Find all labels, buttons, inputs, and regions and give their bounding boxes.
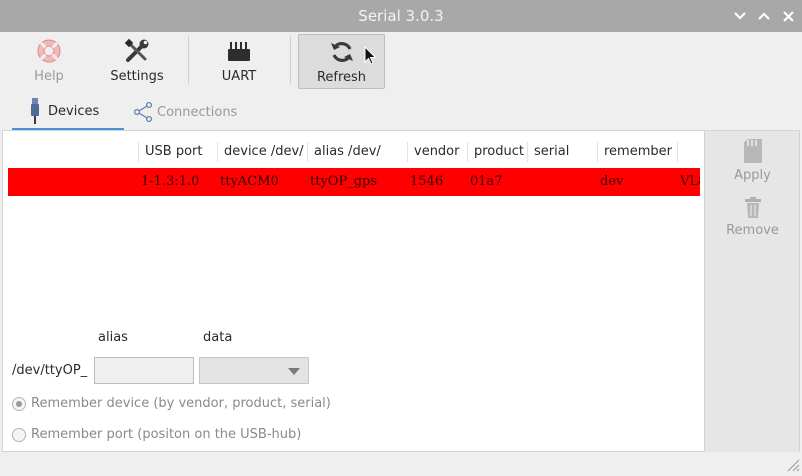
radio-remember-port[interactable]: Remember port (positon on the USB-hub) [12, 427, 301, 442]
tab-connections[interactable]: Connections [132, 94, 237, 130]
table-row[interactable]: 1-1.3:1.0 ttyACM0 ttyOP_gps 1546 01a7 de… [8, 168, 700, 196]
title-bar: Serial 3.0.3 [0, 0, 802, 32]
radio-button-checked[interactable] [12, 396, 26, 411]
data-select[interactable] [199, 357, 309, 384]
column-header-vendor[interactable]: vendor [408, 142, 468, 162]
cell-product: 01a7 [470, 174, 503, 189]
cell-usb-port: 1-1.3:1.0 [141, 174, 200, 189]
column-header-product[interactable]: product [468, 142, 528, 162]
close-icon [782, 10, 794, 22]
toolbar-divider [188, 36, 189, 84]
uart-connector-icon [227, 36, 251, 66]
window-title: Serial 3.0.3 [358, 7, 444, 25]
radio-remember-device-label: Remember device (by vendor, product, ser… [31, 396, 331, 411]
trash-icon [744, 197, 761, 218]
cell-extra: VL8 [680, 174, 700, 189]
column-header-usb-port[interactable]: USB port [138, 142, 218, 162]
cell-alias: ttyOP_gps [310, 174, 378, 189]
tab-devices-label: Devices [48, 103, 100, 119]
mouse-cursor-icon [364, 45, 377, 70]
radio-remember-port-label: Remember port (positon on the USB-hub) [31, 427, 302, 442]
cell-vendor: 1546 [410, 174, 444, 189]
close-button[interactable] [778, 6, 798, 26]
cell-remember: dev [600, 174, 624, 189]
column-header-serial[interactable]: serial [528, 142, 598, 162]
remove-button[interactable]: Remove [725, 197, 780, 238]
alias-input[interactable] [94, 357, 194, 384]
apply-label: Apply [734, 168, 771, 183]
resize-grip-icon[interactable] [784, 456, 800, 476]
chevron-up-icon [758, 12, 770, 20]
tab-bar: Devices Connections [0, 94, 802, 130]
column-header-remember[interactable]: remember [598, 142, 678, 162]
data-label: data [203, 330, 233, 345]
share-nodes-icon [132, 101, 154, 123]
column-header-alias[interactable]: alias /dev/ [308, 142, 408, 162]
sd-card-icon [743, 139, 762, 163]
apply-button[interactable]: Apply [725, 138, 780, 183]
radio-button-unchecked[interactable] [12, 427, 26, 442]
refresh-label: Refresh [316, 70, 367, 85]
remove-label: Remove [726, 223, 779, 238]
tab-devices[interactable]: Devices [12, 94, 124, 130]
toolbar-divider [290, 36, 291, 84]
chevron-down-icon [734, 12, 746, 20]
help-button[interactable]: Help [24, 36, 74, 90]
tools-icon [123, 36, 151, 66]
tab-connections-label: Connections [157, 104, 238, 120]
refresh-icon [329, 37, 355, 67]
uart-button[interactable]: UART [214, 36, 264, 90]
settings-label: Settings [110, 69, 164, 84]
usb-plug-icon [30, 98, 40, 124]
dropdown-arrow-icon [288, 368, 300, 375]
uart-label: UART [221, 69, 257, 84]
alias-label: alias [98, 330, 128, 345]
radio-remember-device[interactable]: Remember device (by vendor, product, ser… [12, 396, 331, 411]
maximize-button[interactable] [754, 6, 774, 26]
status-bar [0, 452, 802, 474]
minimize-button[interactable] [730, 6, 750, 26]
settings-button[interactable]: Settings [104, 36, 170, 90]
help-label: Help [34, 69, 64, 84]
lifebuoy-icon [36, 36, 62, 66]
column-header-device[interactable]: device /dev/ [218, 142, 308, 162]
dev-prefix-label: /dev/ttyOP_ [12, 363, 88, 378]
cell-device: ttyACM0 [220, 174, 279, 189]
